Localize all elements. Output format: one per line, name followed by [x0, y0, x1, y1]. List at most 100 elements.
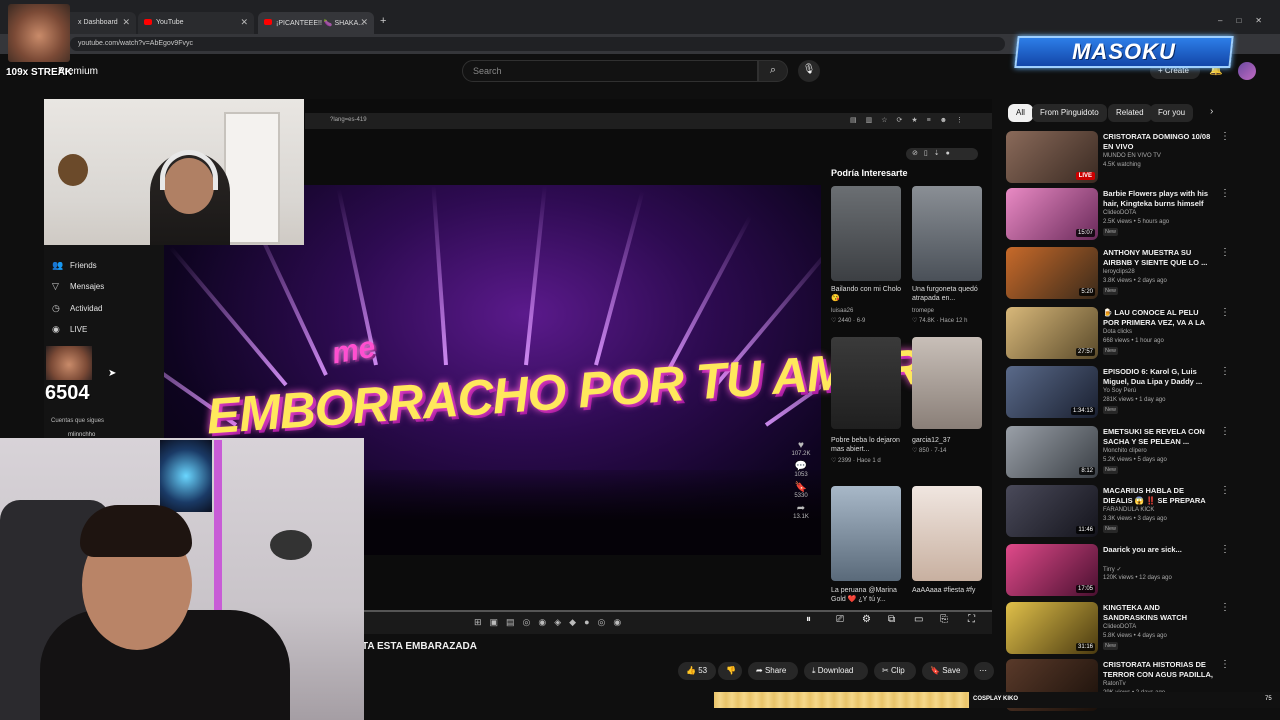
more-icon[interactable]: ⋮ — [1220, 247, 1230, 258]
comment-icon[interactable]: 💬 — [790, 461, 812, 472]
chip-from-pinguidoto[interactable]: From Pinguidoto — [1032, 104, 1107, 122]
cast-icon[interactable]: ⎘ — [940, 614, 948, 625]
related-video-item[interactable]: 5:20 ANTHONY MUESTRA SU AIRBNB Y SIENTE Q… — [1006, 247, 1236, 301]
more-icon[interactable]: ⋯ — [974, 662, 994, 680]
more-icon[interactable]: ⋮ — [1220, 366, 1230, 377]
chip-all[interactable]: All — [1008, 104, 1033, 122]
fullscreen-icon[interactable]: ⛶ — [968, 614, 975, 625]
chevron-right-icon[interactable]: › — [1210, 106, 1213, 117]
related-video-channel[interactable]: Dota clicks — [1103, 329, 1132, 335]
close-icon[interactable]: ✕ — [122, 17, 130, 28]
bookmark-count: 5330 — [794, 493, 808, 499]
download-button[interactable]: ⤓ Download — [804, 662, 868, 680]
sidebar-item-friends[interactable]: 👥 Friends — [52, 260, 97, 271]
more-icon[interactable]: ⋮ — [1220, 485, 1230, 496]
sidebar-item-live[interactable]: ◉ LIVE — [52, 324, 87, 335]
forward-icon[interactable]: ➦ — [790, 503, 812, 514]
more-icon[interactable]: ⋮ — [1220, 188, 1230, 199]
url-field[interactable]: youtube.com/watch?v=AbEgov9Fvyc — [70, 37, 1005, 51]
related-video-thumbnail[interactable]: 1:34:13 — [1006, 366, 1098, 418]
related-video-item[interactable]: 8:12 EMETSUKI SE REVELA CON SACHA Y SE PE… — [1006, 426, 1236, 480]
related-video-channel[interactable]: FARANDULA KICK — [1103, 507, 1154, 513]
sidebar-item-messages[interactable]: ▽ Mensajes — [52, 281, 104, 292]
more-icon[interactable]: ⋮ — [1220, 544, 1230, 555]
related-video-channel[interactable]: leroyclips28 — [1103, 269, 1135, 275]
related-video-title[interactable]: EMETSUKI SE REVELA CON SACHA Y SE PELEAN… — [1103, 427, 1215, 447]
close-icon[interactable]: ✕ — [240, 17, 248, 28]
related-video-thumbnail[interactable]: 8:12 — [1006, 426, 1098, 478]
heart-icon[interactable]: ♥ — [790, 440, 812, 451]
more-icon[interactable]: ⋮ — [1220, 602, 1230, 613]
search-icon[interactable]: ⌕ — [758, 60, 788, 82]
related-video-item[interactable]: 31:16 KINGTEKA AND SANDRASKINS WATCH MECH… — [1006, 602, 1236, 656]
settings-icon[interactable]: ⚙ — [862, 614, 871, 625]
video-duration: 5:20 — [1079, 288, 1095, 296]
related-video-title[interactable]: KINGTEKA AND SANDRASKINS WATCH MECHAN ON… — [1103, 603, 1215, 623]
related-video-thumbnail[interactable]: 31:16 — [1006, 602, 1098, 654]
download-icon: ⤓ — [812, 666, 818, 675]
related-video-item[interactable]: 11:46 MACARIUS HABLA DE DIEALIS 😱 ‼️ SE P… — [1006, 485, 1236, 539]
related-video-channel[interactable]: RatonTv — [1103, 681, 1126, 687]
related-video-channel[interactable]: Tirry ✓ — [1103, 566, 1121, 573]
share-button[interactable]: ➦ Share — [748, 662, 798, 680]
related-video-title[interactable]: 🍺 LAU CONOCE AL PELU POR PRIMERA VEZ, VA… — [1103, 308, 1215, 328]
chip-related[interactable]: Related — [1108, 104, 1152, 122]
feed-card-1[interactable] — [831, 186, 901, 281]
more-icon[interactable]: ⋮ — [1220, 307, 1230, 318]
related-video-item[interactable]: LIVE CRISTORATA DOMINGO 10/08 EN VIVO MUND… — [1006, 131, 1236, 185]
related-video-thumbnail[interactable]: LIVE — [1006, 131, 1098, 183]
clip-button[interactable]: ✂ Clip — [874, 662, 916, 680]
related-video-channel[interactable]: ClideoDOTA — [1103, 210, 1136, 216]
close-icon[interactable]: ✕ — [360, 17, 368, 28]
related-video-item[interactable]: 17:05 Daarick you are sick... Tirry ✓ 120K … — [1006, 544, 1236, 598]
related-video-title[interactable]: MACARIUS HABLA DE DIEALIS 😱 ‼️ SE PREPAR… — [1103, 486, 1215, 506]
more-icon[interactable]: ⋮ — [1220, 659, 1230, 670]
window-controls[interactable]: –□✕ — [1218, 16, 1276, 25]
related-video-channel[interactable]: MUNDO EN VIVO TV — [1103, 153, 1161, 159]
related-video-title[interactable]: Barbie Flowers plays with his hair, King… — [1103, 189, 1215, 209]
avatar[interactable] — [1238, 62, 1256, 80]
new-tab-button[interactable]: + — [380, 15, 386, 27]
tab-active-video[interactable]: ¡PICANTEEE!! 🍆 SHAKA... ✕ — [258, 12, 374, 34]
tab-youtube[interactable]: YouTube ✕ — [138, 12, 254, 34]
more-icon[interactable]: ⋮ — [1220, 131, 1230, 142]
mic-icon[interactable]: 🎙 — [798, 60, 820, 82]
related-video-channel[interactable]: Monchito clipero — [1103, 448, 1147, 454]
related-video-thumbnail[interactable]: 5:20 — [1006, 247, 1098, 299]
chip-for-you[interactable]: For you — [1150, 104, 1194, 122]
theater-icon[interactable]: ▭ — [914, 614, 923, 625]
new-badge: New — [1103, 287, 1119, 295]
bookmark-icon[interactable]: 🔖 — [790, 482, 812, 493]
related-video-item[interactable]: 1:34:13 EPISODIO 6: Karol G, Luis Miguel,… — [1006, 366, 1236, 420]
feed-card-4[interactable] — [912, 337, 982, 429]
subtitles-icon[interactable]: ⎚ — [836, 614, 844, 625]
like-button[interactable]: 👍 53 — [678, 662, 716, 680]
related-video-title[interactable]: EPISODIO 6: Karol G, Luis Miguel, Dua Li… — [1103, 367, 1215, 387]
search-input[interactable]: Search — [462, 60, 758, 82]
feed-card-6[interactable] — [912, 486, 982, 581]
related-video-title[interactable]: CRISTORATA HISTORIAS DE TERROR CON AGUS … — [1103, 660, 1215, 680]
related-video-title[interactable]: CRISTORATA DOMINGO 10/08 EN VIVO — [1103, 132, 1215, 152]
related-video-item[interactable]: 27:57 🍺 LAU CONOCE AL PELU POR PRIMERA VE… — [1006, 307, 1236, 361]
related-video-thumbnail[interactable]: 17:05 — [1006, 544, 1098, 596]
feed-card-3[interactable] — [831, 337, 901, 429]
sidebar-item-activity[interactable]: ◷ Actividad — [52, 303, 102, 314]
related-video-title[interactable]: ANTHONY MUESTRA SU AIRBNB Y SIENTE QUE L… — [1103, 248, 1215, 268]
related-video-channel[interactable]: ClideoDOTA — [1103, 624, 1136, 630]
tab-dashboard[interactable]: x Dashboard ✕ — [60, 12, 136, 34]
dislike-button[interactable]: 👎 — [718, 662, 742, 680]
tab-label: ¡PICANTEEE!! 🍆 SHAKA... — [276, 20, 365, 27]
miniplayer-icon[interactable]: ⧉ — [888, 614, 895, 625]
related-video-item[interactable]: 15:07 Barbie Flowers plays with his hair,… — [1006, 188, 1236, 242]
related-video-title[interactable]: Daarick you are sick... — [1103, 545, 1215, 555]
save-button[interactable]: 🔖 Save — [922, 662, 968, 680]
related-video-thumbnail[interactable]: 11:46 — [1006, 485, 1098, 537]
related-video-channel[interactable]: Yo Soy Perú — [1103, 388, 1136, 394]
related-video-thumbnail[interactable]: 15:07 — [1006, 188, 1098, 240]
save-label: Save — [942, 666, 961, 675]
more-icon[interactable]: ⋮ — [1220, 426, 1230, 437]
pause-icon[interactable]: ⏸ — [806, 614, 811, 625]
related-video-thumbnail[interactable]: 27:57 — [1006, 307, 1098, 359]
feed-card-2[interactable] — [912, 186, 982, 281]
feed-card-5[interactable] — [831, 486, 901, 581]
